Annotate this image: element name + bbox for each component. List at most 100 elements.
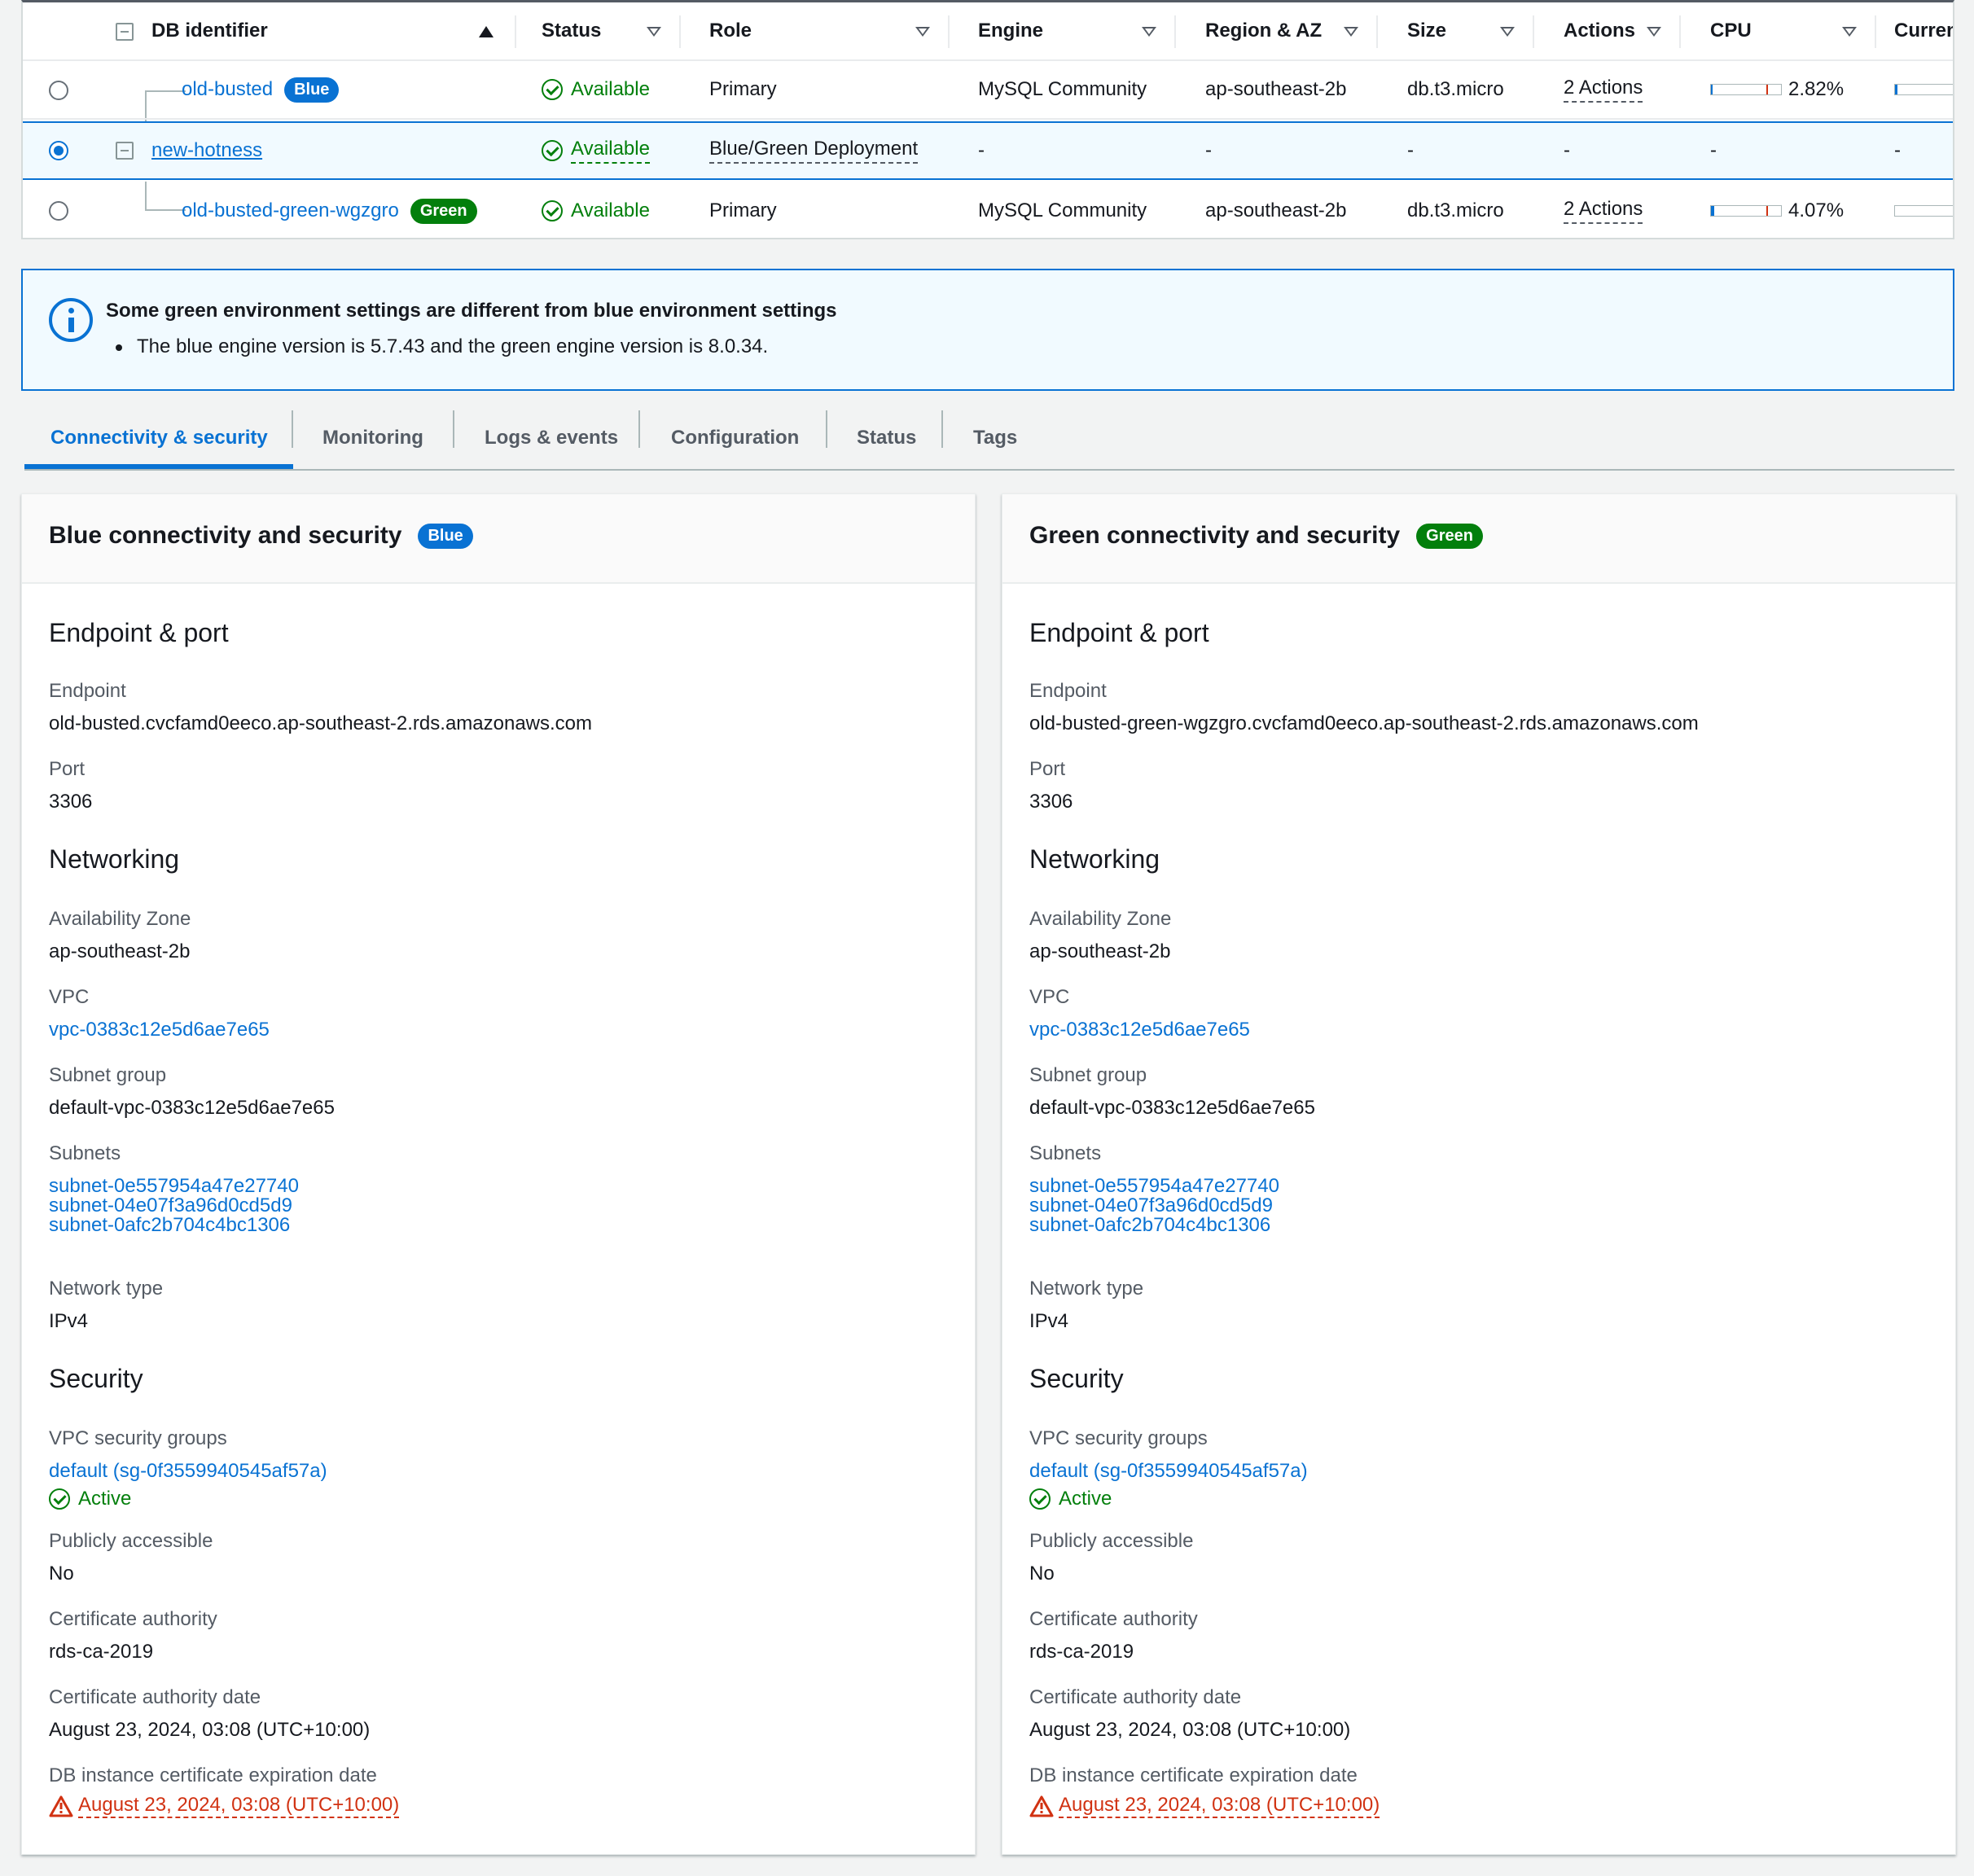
table-row-selected[interactable]: new-hotness Available Blue/Green Deploym… — [23, 121, 1953, 180]
tab-bar: Connectivity & security Monitoring Logs … — [24, 407, 1954, 471]
row-select-radio[interactable] — [49, 141, 68, 160]
panel-title: Green connectivity and security — [1029, 522, 1401, 549]
current-cell — [1894, 61, 1953, 118]
security-group-link[interactable]: default (sg-0f3559940545af57a) — [49, 1460, 327, 1483]
region-cell: - — [1205, 139, 1212, 161]
engine-cell: MySQL Community — [978, 78, 1147, 100]
engine-cell: - — [978, 139, 985, 161]
vpc-label: VPC — [1029, 986, 1070, 1008]
size-cell: db.t3.micro — [1407, 199, 1504, 221]
public-value: No — [1029, 1563, 1055, 1585]
sort-icon[interactable] — [915, 27, 930, 37]
ca-label: Certificate authority — [1029, 1608, 1198, 1630]
col-region[interactable]: Region & AZ — [1205, 2, 1322, 59]
cpu-bar — [1710, 84, 1782, 95]
tab-status[interactable]: Status — [857, 407, 916, 469]
az-label: Availability Zone — [1029, 908, 1172, 930]
col-cpu[interactable]: CPU — [1710, 2, 1752, 59]
current-cell: - — [1894, 139, 1901, 161]
table-row[interactable]: old-busted-green-wgzgro Green Available … — [23, 182, 1953, 238]
warning-icon — [1029, 1795, 1054, 1817]
expiry-warning[interactable]: August 23, 2024, 03:08 (UTC+10:00) — [49, 1794, 400, 1818]
actions-popover[interactable]: 2 Actions — [1564, 77, 1643, 103]
sort-icon[interactable] — [1842, 27, 1857, 37]
col-actions[interactable]: Actions — [1564, 2, 1635, 59]
ca-date-label: Certificate authority date — [49, 1686, 261, 1708]
row-select-radio[interactable] — [49, 81, 68, 100]
cpu-bar — [1710, 205, 1782, 217]
col-db-identifier[interactable]: DB identifier — [151, 2, 268, 59]
table-row[interactable]: old-busted Blue Available Primary MySQL … — [23, 61, 1953, 120]
expiry-label: DB instance certificate expiration date — [1029, 1764, 1358, 1786]
info-icon — [49, 298, 93, 342]
sg-label: VPC security groups — [49, 1427, 227, 1449]
tab-connectivity-security[interactable]: Connectivity & security — [50, 407, 268, 469]
endpoint-value: old-busted-green-wgzgro.cvcfamd0eeco.ap-… — [1029, 712, 1699, 734]
sort-icon[interactable] — [1500, 27, 1515, 37]
vpc-link[interactable]: vpc-0383c12e5d6ae7e65 — [1029, 1019, 1250, 1041]
subnet-link[interactable]: subnet-0afc2b704c4bc1306 — [1029, 1214, 1270, 1237]
actions-popover[interactable]: 2 Actions — [1564, 198, 1643, 224]
tab-monitoring[interactable]: Monitoring — [322, 407, 423, 469]
sort-ascending-icon[interactable] — [479, 26, 493, 37]
col-status[interactable]: Status — [542, 2, 601, 59]
security-group-link[interactable]: default (sg-0f3559940545af57a) — [1029, 1460, 1308, 1483]
sort-icon[interactable] — [1344, 27, 1358, 37]
cpu-cell: 4.07% — [1710, 182, 1844, 238]
collapse-icon[interactable] — [116, 142, 134, 160]
tab-configuration[interactable]: Configuration — [671, 407, 799, 469]
warning-icon — [49, 1795, 73, 1817]
ca-label: Certificate authority — [49, 1608, 217, 1630]
ca-date-label: Certificate authority date — [1029, 1686, 1242, 1708]
alert-bullet: The blue engine version is 5.7.43 and th… — [115, 335, 769, 357]
subnet-group-label: Subnet group — [49, 1064, 167, 1086]
sort-icon[interactable] — [647, 27, 661, 37]
network-type-value: IPv4 — [1029, 1310, 1069, 1332]
col-engine[interactable]: Engine — [978, 2, 1043, 59]
check-circle-icon — [49, 1488, 70, 1510]
sort-icon[interactable] — [1142, 27, 1156, 37]
subnet-link[interactable]: subnet-0afc2b704c4bc1306 — [49, 1214, 290, 1237]
col-size[interactable]: Size — [1407, 2, 1446, 59]
col-current[interactable]: Curren — [1894, 2, 1953, 59]
tab-tags[interactable]: Tags — [973, 407, 1017, 469]
region-cell: ap-southeast-2b — [1205, 78, 1347, 100]
blue-connectivity-panel: Blue connectivity and security Blue Endp… — [21, 493, 976, 1855]
blue-badge: Blue — [284, 77, 340, 103]
expiry-label: DB instance certificate expiration date — [49, 1764, 377, 1786]
endpoint-port-heading: Endpoint & port — [49, 618, 229, 647]
cpu-cell: 2.82% — [1710, 61, 1844, 118]
alert-title: Some green environment settings are diff… — [106, 300, 837, 322]
db-identifier-link[interactable]: old-busted-green-wgzgro — [182, 199, 399, 222]
subnets-label: Subnets — [49, 1142, 121, 1164]
ca-value: rds-ca-2019 — [49, 1641, 154, 1663]
vpc-link[interactable]: vpc-0383c12e5d6ae7e65 — [49, 1019, 270, 1041]
networking-heading: Networking — [49, 844, 180, 874]
port-label: Port — [1029, 758, 1066, 780]
ca-value: rds-ca-2019 — [1029, 1641, 1134, 1663]
row-select-radio[interactable] — [49, 201, 68, 221]
collapse-all-icon[interactable] — [116, 23, 134, 41]
expiry-warning[interactable]: August 23, 2024, 03:08 (UTC+10:00) — [1029, 1794, 1380, 1818]
size-cell: - — [1407, 139, 1414, 161]
security-heading: Security — [49, 1364, 143, 1393]
db-identifier-link[interactable]: new-hotness — [151, 139, 262, 162]
sort-icon[interactable] — [1647, 27, 1661, 37]
endpoint-label: Endpoint — [49, 680, 126, 702]
role-cell[interactable]: Blue/Green Deployment — [709, 138, 919, 164]
db-identifier-link[interactable]: old-busted — [182, 78, 273, 101]
check-circle-icon — [1029, 1488, 1051, 1510]
role-cell: Primary — [709, 199, 777, 221]
status-available: Available — [542, 182, 650, 238]
check-circle-icon — [542, 200, 563, 221]
green-connectivity-panel: Green connectivity and security Green En… — [1002, 493, 1956, 1855]
engine-cell: MySQL Community — [978, 199, 1147, 221]
status-available: Available — [542, 123, 650, 178]
check-circle-icon — [542, 140, 563, 161]
col-role[interactable]: Role — [709, 2, 752, 59]
az-label: Availability Zone — [49, 908, 191, 930]
tab-logs-events[interactable]: Logs & events — [485, 407, 618, 469]
port-value: 3306 — [1029, 791, 1073, 813]
table-header: DB identifier Status Role Engine Region … — [23, 2, 1953, 61]
security-heading: Security — [1029, 1364, 1124, 1393]
